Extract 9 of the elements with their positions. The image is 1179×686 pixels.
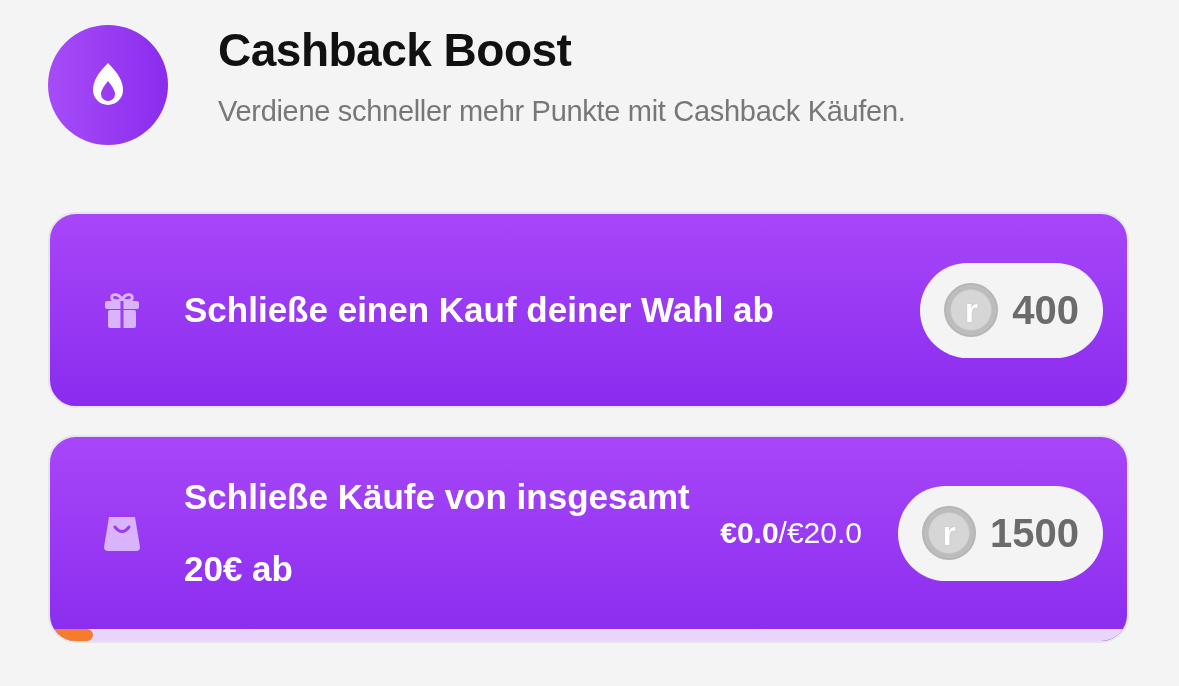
progress-text: €0.0/€20.0 — [720, 516, 862, 550]
task-title: Schließe einen Kauf deiner Wahl ab — [184, 289, 775, 331]
reward-amount: 1500 — [990, 510, 1079, 556]
section-title: Cashback Boost — [218, 22, 573, 77]
section-subtitle: Verdiene schneller mehr Punkte mit Cashback Käufen. — [218, 94, 906, 128]
reward-amount: 400 — [1012, 287, 1079, 333]
gift-icon — [102, 290, 142, 330]
drop-icon — [48, 25, 168, 145]
task-title: Schließe Käufe von insgesamt 20€ ab — [184, 476, 691, 590]
